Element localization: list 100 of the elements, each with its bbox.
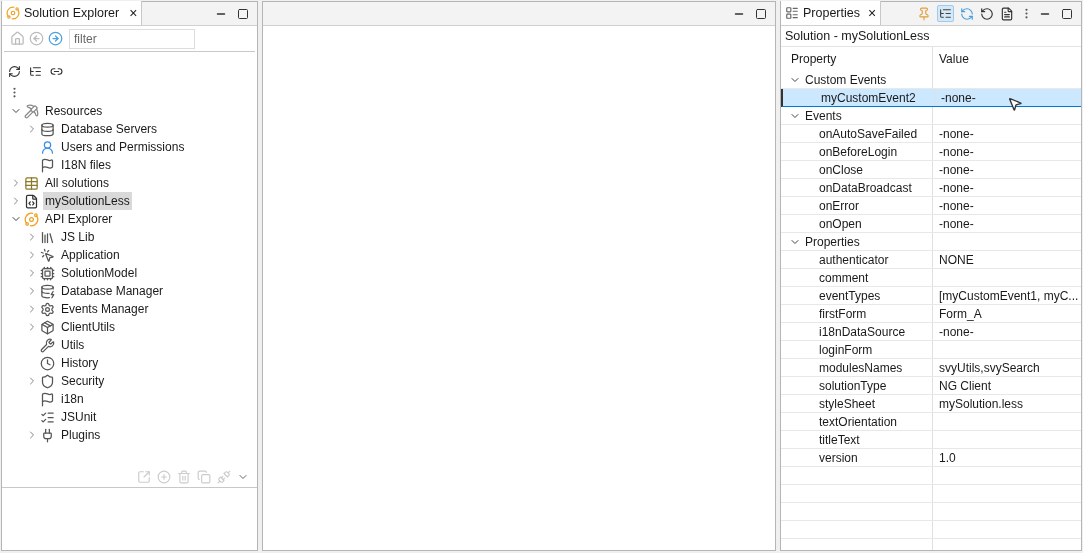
property-name: onAutoSaveFailed [819, 125, 918, 143]
filter-field[interactable]: filter [69, 28, 195, 49]
property-row[interactable]: textOrientation [781, 413, 1081, 431]
tree-item[interactable]: Database Servers [59, 120, 160, 138]
view-tab[interactable]: Solution Explorer × [2, 1, 143, 25]
copy-icon[interactable] [197, 469, 211, 484]
open-icon[interactable] [137, 469, 151, 484]
tree-item[interactable]: Utils [59, 336, 87, 354]
property-row[interactable]: eventTypes [myCustomEvent1, myC... [781, 287, 1081, 305]
flag-icon [40, 157, 55, 173]
tree-item[interactable]: API Explorer [43, 210, 115, 228]
property-value: NONE [939, 251, 974, 269]
property-value: -none- [939, 197, 974, 215]
property-row[interactable]: solutionType NG Client [781, 377, 1081, 395]
property-row[interactable]: comment [781, 269, 1081, 287]
maximize-icon[interactable] [237, 7, 249, 20]
property-row[interactable]: onClose -none- [781, 161, 1081, 179]
property-row[interactable]: onOpen -none- [781, 215, 1081, 233]
tree-item[interactable]: Application [59, 246, 122, 264]
tree-item[interactable]: Users and Permissions [59, 138, 187, 156]
plug-icon[interactable] [217, 469, 231, 484]
property-value: [myCustomEvent1, myC... [939, 287, 1079, 305]
property-row[interactable]: authenticator NONE [781, 251, 1081, 269]
property-name: version [819, 449, 858, 467]
property-row[interactable]: onDataBroadcast -none- [781, 179, 1081, 197]
tree-item[interactable]: Resources [43, 102, 105, 120]
tree-view-button[interactable] [937, 5, 954, 22]
orbit-icon [6, 6, 20, 20]
tree-item[interactable]: mySolutionLess [43, 192, 132, 210]
property-value: -none- [939, 143, 974, 161]
maximize-icon[interactable] [1061, 7, 1073, 20]
close-button[interactable]: × [129, 2, 138, 24]
plug-icon [40, 427, 55, 443]
collapse-tree-icon[interactable] [29, 64, 42, 78]
column-header[interactable]: Value [933, 47, 1081, 71]
property-row[interactable]: i18nDataSource -none- [781, 323, 1081, 341]
property-name: onBeforeLogin [819, 143, 898, 161]
property-value: svyUtils,svySearch [939, 359, 1040, 377]
tree-item[interactable]: JS Lib [59, 228, 97, 246]
property-row[interactable]: myCustomEvent2 -none- [781, 89, 1081, 107]
clock-icon [40, 355, 55, 371]
close-button[interactable]: × [868, 2, 877, 24]
view-tab[interactable]: Properties × [781, 1, 882, 25]
tree-item[interactable]: Events Manager [59, 300, 151, 318]
maximize-icon[interactable] [755, 7, 767, 20]
forward-icon[interactable] [48, 31, 63, 46]
property-name: i18nDataSource [819, 323, 906, 341]
property-value: NG Client [939, 377, 991, 395]
property-row[interactable]: version 1.0 [781, 449, 1081, 467]
property-name: modulesNames [819, 359, 903, 377]
property-name: loginForm [819, 341, 873, 359]
property-name: comment [819, 269, 869, 287]
property-name: onOpen [819, 215, 862, 233]
property-row[interactable]: modulesNames svyUtils,svySearch [781, 359, 1081, 377]
tree-item[interactable]: I18N files [59, 156, 114, 174]
orbit-icon [24, 211, 39, 227]
tree-item[interactable]: SolutionModel [59, 264, 140, 282]
trash-icon[interactable] [177, 469, 191, 484]
checklist-icon [40, 409, 55, 425]
flag-icon [40, 391, 55, 407]
books-icon [40, 229, 55, 245]
pointer-icon [40, 247, 55, 263]
property-row[interactable]: onError -none- [781, 197, 1081, 215]
property-row[interactable]: firstForm Form_A [781, 305, 1081, 323]
tree-item[interactable]: Database Manager [59, 282, 166, 300]
tree-item[interactable]: i18n [59, 390, 86, 408]
group-label: Custom Events [805, 71, 887, 89]
tab-label: Solution Explorer [24, 4, 120, 22]
shield-icon [40, 373, 55, 389]
tree-item[interactable]: Plugins [59, 426, 103, 444]
tree-item[interactable]: JSUnit [59, 408, 99, 426]
database-icon [40, 121, 55, 137]
property-row[interactable]: styleSheet mySolution.less [781, 395, 1081, 413]
property-name: textOrientation [819, 413, 898, 431]
tree-item[interactable]: Security [59, 372, 107, 390]
tree-item[interactable]: ClientUtils [59, 318, 117, 336]
property-row[interactable]: titleText [781, 431, 1081, 449]
list-icon [785, 6, 799, 20]
property-row[interactable]: loginForm [781, 341, 1081, 359]
undo-icon[interactable] [980, 6, 994, 21]
user-icon [40, 139, 55, 155]
property-value: -none- [939, 179, 974, 197]
chip-icon [40, 265, 55, 281]
tree-item[interactable]: History [59, 354, 101, 372]
sync-icon[interactable] [960, 6, 974, 21]
property-value: -none- [939, 323, 974, 341]
home-icon[interactable] [10, 31, 25, 46]
pin-icon[interactable] [917, 6, 931, 21]
document-icon[interactable] [1000, 6, 1014, 21]
tree-item[interactable]: All solutions [43, 174, 112, 192]
property-name: solutionType [819, 377, 887, 395]
property-row[interactable]: onBeforeLogin -none- [781, 143, 1081, 161]
property-row[interactable]: onAutoSaveFailed -none- [781, 125, 1081, 143]
refresh-icon[interactable] [8, 64, 21, 78]
add-icon[interactable] [157, 469, 171, 484]
back-icon[interactable] [29, 31, 44, 46]
cursor-icon [1007, 96, 1023, 112]
package-icon [40, 319, 55, 335]
column-header[interactable]: Property [781, 47, 933, 71]
property-name: authenticator [819, 251, 889, 269]
